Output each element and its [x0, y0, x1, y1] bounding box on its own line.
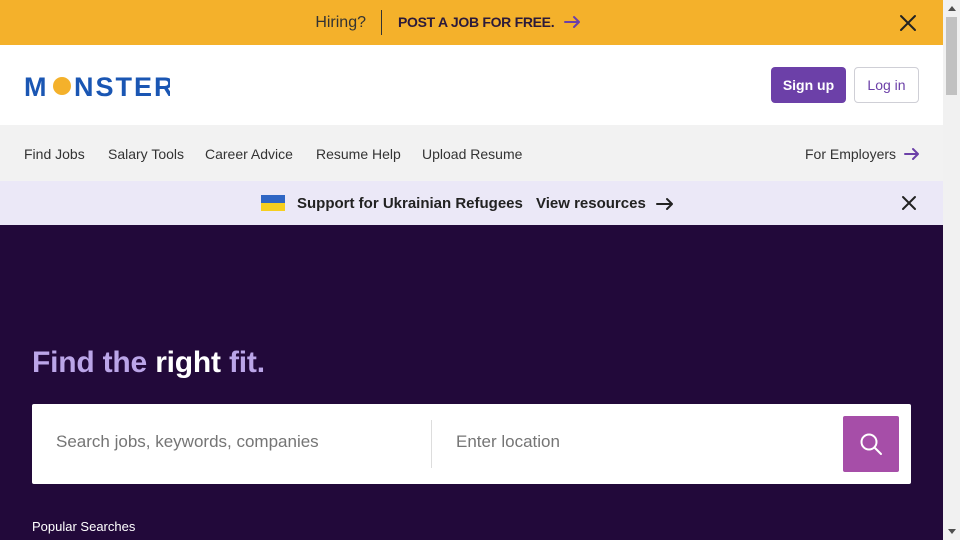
scroll-up-icon[interactable]	[943, 0, 960, 17]
page-scrollbar[interactable]	[943, 0, 960, 540]
hiring-question: Hiring?	[315, 14, 366, 31]
nav-item-find-jobs[interactable]: Find Jobs	[24, 146, 85, 162]
scroll-down-icon[interactable]	[943, 523, 960, 540]
job-search-box	[32, 404, 911, 484]
ukraine-support-text: Support for Ukrainian Refugees	[297, 195, 523, 212]
monster-logo[interactable]: M NSTER	[24, 72, 174, 102]
arrow-right-icon	[564, 15, 582, 29]
page: Hiring? POST A JOB FOR FREE. M NSTER Sig…	[0, 0, 943, 540]
hiring-divider	[381, 10, 382, 35]
view-resources-label: View resources	[536, 195, 646, 212]
hero-title-part1: Find the	[32, 346, 156, 379]
hero-title: Find the right fit.	[32, 346, 265, 380]
site-header: M NSTER Sign up Log in	[0, 45, 943, 125]
nav-item-salary-tools[interactable]: Salary Tools	[108, 146, 184, 162]
hero-title-part3: fit.	[220, 346, 265, 379]
nav-item-upload-resume[interactable]: Upload Resume	[422, 146, 522, 162]
hero-section: Find the right fit. Popular Searches	[0, 225, 943, 540]
main-nav: Find Jobs Salary Tools Career Advice Res…	[0, 125, 943, 181]
view-resources-link[interactable]: View resources	[536, 195, 674, 212]
nav-item-career-advice[interactable]: Career Advice	[205, 146, 293, 162]
ukraine-banner: Support for Ukrainian Refugees View reso…	[0, 181, 943, 225]
for-employers-label: For Employers	[805, 146, 897, 162]
close-icon[interactable]	[901, 195, 917, 211]
svg-text:M: M	[24, 73, 49, 99]
hero-title-highlight: right	[155, 346, 221, 379]
close-icon[interactable]	[899, 14, 917, 32]
arrow-right-icon	[655, 197, 674, 211]
ukraine-flag-icon	[261, 195, 285, 211]
search-button[interactable]	[843, 416, 899, 472]
search-divider	[431, 420, 432, 468]
post-job-link[interactable]: POST A JOB FOR FREE.	[398, 14, 582, 30]
login-button[interactable]: Log in	[854, 67, 919, 103]
search-icon	[860, 433, 882, 455]
svg-text:NSTER: NSTER	[74, 73, 170, 99]
nav-item-resume-help[interactable]: Resume Help	[316, 146, 401, 162]
post-job-label: POST A JOB FOR FREE.	[398, 14, 555, 30]
popular-searches-label: Popular Searches	[32, 519, 136, 534]
scroll-thumb[interactable]	[946, 17, 957, 95]
hiring-banner: Hiring? POST A JOB FOR FREE.	[0, 0, 943, 45]
location-search-input[interactable]	[456, 432, 836, 452]
keywords-search-input[interactable]	[56, 432, 416, 452]
arrow-right-icon	[904, 147, 920, 161]
signup-button[interactable]: Sign up	[771, 67, 846, 103]
for-employers-link[interactable]: For Employers	[805, 146, 920, 162]
